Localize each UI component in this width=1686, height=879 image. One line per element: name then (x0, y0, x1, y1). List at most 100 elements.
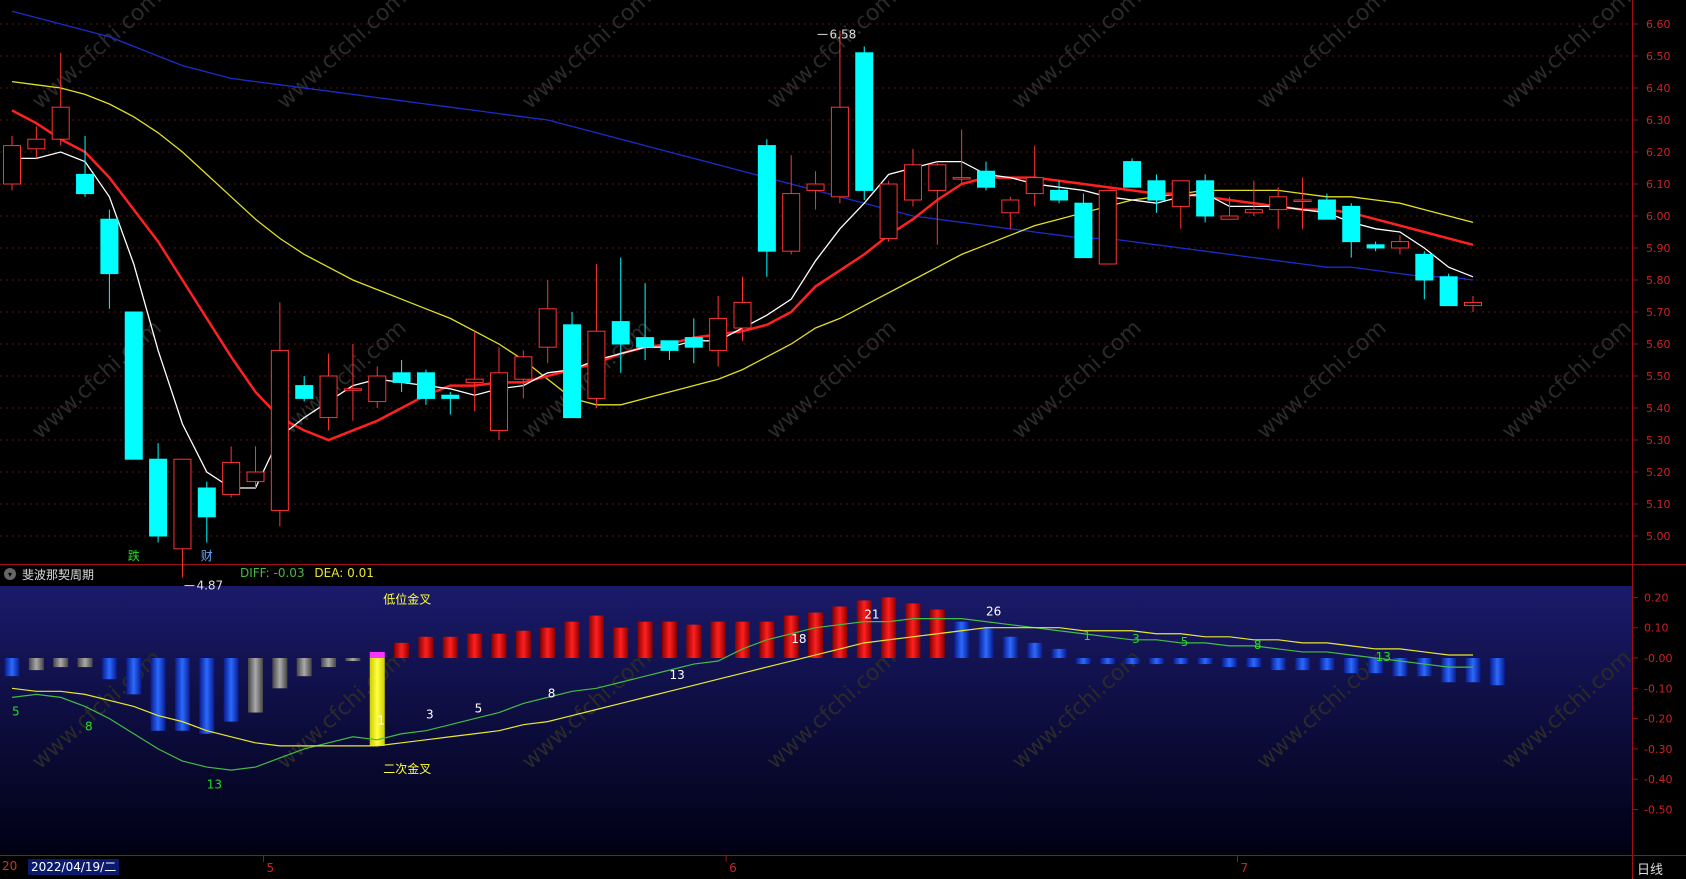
macd-bar (1343, 658, 1359, 674)
candle-body (1098, 189, 1117, 265)
price-tick-label: 5.90 (1646, 242, 1671, 255)
candle-body (1317, 199, 1336, 220)
candle-body (3, 145, 21, 185)
macd-bar (540, 627, 556, 658)
fib-label: 5 (475, 702, 483, 716)
marker-label: 6.58 (830, 27, 857, 41)
candle (855, 46, 874, 200)
candle-body (368, 375, 387, 403)
macd-bar (1002, 636, 1018, 658)
candle-body (1244, 209, 1263, 214)
candle-body (51, 106, 70, 140)
macd-bar (272, 658, 288, 689)
price-tick-label: 6.60 (1646, 18, 1671, 31)
candle-body (1293, 199, 1312, 202)
macd-bar (661, 621, 677, 658)
candle-body (222, 461, 241, 495)
macd-bar (248, 658, 263, 713)
candle-body (611, 321, 630, 345)
macd-bar (369, 658, 385, 746)
candle-body (149, 458, 168, 537)
fib-label: 1 (377, 714, 385, 728)
price-y-axis: 5.00 5.10 5.20 5.30 5.40 5.50 5.60 5.70 5.80 5.90… (1632, 18, 1671, 543)
macd-bar (1148, 658, 1164, 665)
macd-bar (1489, 658, 1505, 686)
macd-bar (77, 658, 93, 668)
indicator-title[interactable]: ▾ 斐波那契周期 (4, 565, 94, 583)
candle (124, 311, 143, 460)
diff-label: DIFF: (240, 566, 270, 580)
candle-body (246, 471, 265, 483)
candle-body (416, 372, 435, 399)
chart-canvas[interactable]: www.cfchi.com www.cfchi.com www.cfchi.com w… (0, 0, 1686, 879)
macd-bar (686, 624, 702, 658)
candle-body (1147, 180, 1166, 201)
fib-label: 3 (1132, 632, 1140, 646)
macd-bar (1270, 658, 1286, 671)
candle-body (270, 349, 289, 511)
macd-bar (126, 658, 142, 695)
candle-body (855, 52, 874, 191)
fib-label: 8 (548, 686, 556, 700)
candle-body (392, 372, 411, 383)
candle (879, 180, 898, 242)
macd-bar (1051, 648, 1067, 658)
price-tick-label: 6.00 (1646, 210, 1671, 223)
macd-bar (735, 621, 750, 658)
price-tick-label: 5.80 (1646, 274, 1671, 287)
macd-bar (1173, 658, 1189, 665)
macd-bar (1027, 642, 1043, 658)
price-tick-label: 5.60 (1646, 338, 1671, 351)
macd-bar (1075, 658, 1091, 665)
macd-bar (881, 597, 897, 658)
candle-body (1050, 189, 1069, 201)
fib-label: 13 (1376, 650, 1391, 664)
macd-bar (1465, 658, 1481, 683)
macd-bar (1416, 658, 1432, 677)
fib-label: 5 (1181, 635, 1189, 649)
price-tick-label: 5.40 (1646, 402, 1671, 415)
indicator-tick-label: -0.20 (1644, 713, 1672, 726)
fib-label: 18 (791, 632, 806, 646)
macd-bar (637, 621, 653, 658)
indicator-tick-label: -0.00 (1644, 652, 1672, 665)
macd-bar (1222, 658, 1237, 668)
candle-body (1196, 180, 1215, 217)
macd-bar (296, 658, 312, 677)
candle-body (636, 337, 655, 348)
candle-body (197, 487, 216, 518)
candle (563, 312, 582, 419)
price-tick-label: 6.40 (1646, 82, 1671, 95)
period-selector[interactable]: 日线 (1620, 859, 1680, 878)
price-tick-label: 5.00 (1646, 530, 1671, 543)
candle (1074, 193, 1093, 259)
fib-label: 13 (207, 777, 222, 791)
candle-body (441, 394, 460, 399)
macd-bar (223, 658, 239, 722)
candle-body (587, 330, 606, 399)
candle-body (100, 218, 119, 275)
candle-body (806, 183, 825, 191)
candle-body (295, 385, 314, 399)
indicator-annotation: 低位金叉 (383, 591, 431, 606)
dea-label: DEA: (314, 566, 344, 580)
macd-bar (442, 636, 458, 658)
indicator-values: DIFF: -0.03 DEA: 0.01 (240, 566, 374, 580)
candle-body (343, 388, 362, 391)
indicator-tick-label: 0.20 (1644, 591, 1669, 604)
candle-body (757, 145, 776, 252)
price-tick-label: 5.10 (1646, 498, 1671, 511)
candle-body (1171, 180, 1190, 207)
price-tick-label: 5.30 (1646, 434, 1671, 447)
fib-label: 5 (12, 705, 20, 719)
macd-bar (321, 658, 337, 668)
macd-bar (491, 633, 507, 658)
macd-bar (1319, 658, 1335, 671)
candle-body (782, 193, 801, 252)
candle-body (1025, 177, 1044, 195)
candle-body (952, 177, 971, 180)
candle-body (660, 340, 679, 351)
price-tick-label: 6.20 (1646, 146, 1671, 159)
macd-bar (28, 658, 44, 671)
collapse-icon[interactable]: ▾ (4, 568, 16, 580)
